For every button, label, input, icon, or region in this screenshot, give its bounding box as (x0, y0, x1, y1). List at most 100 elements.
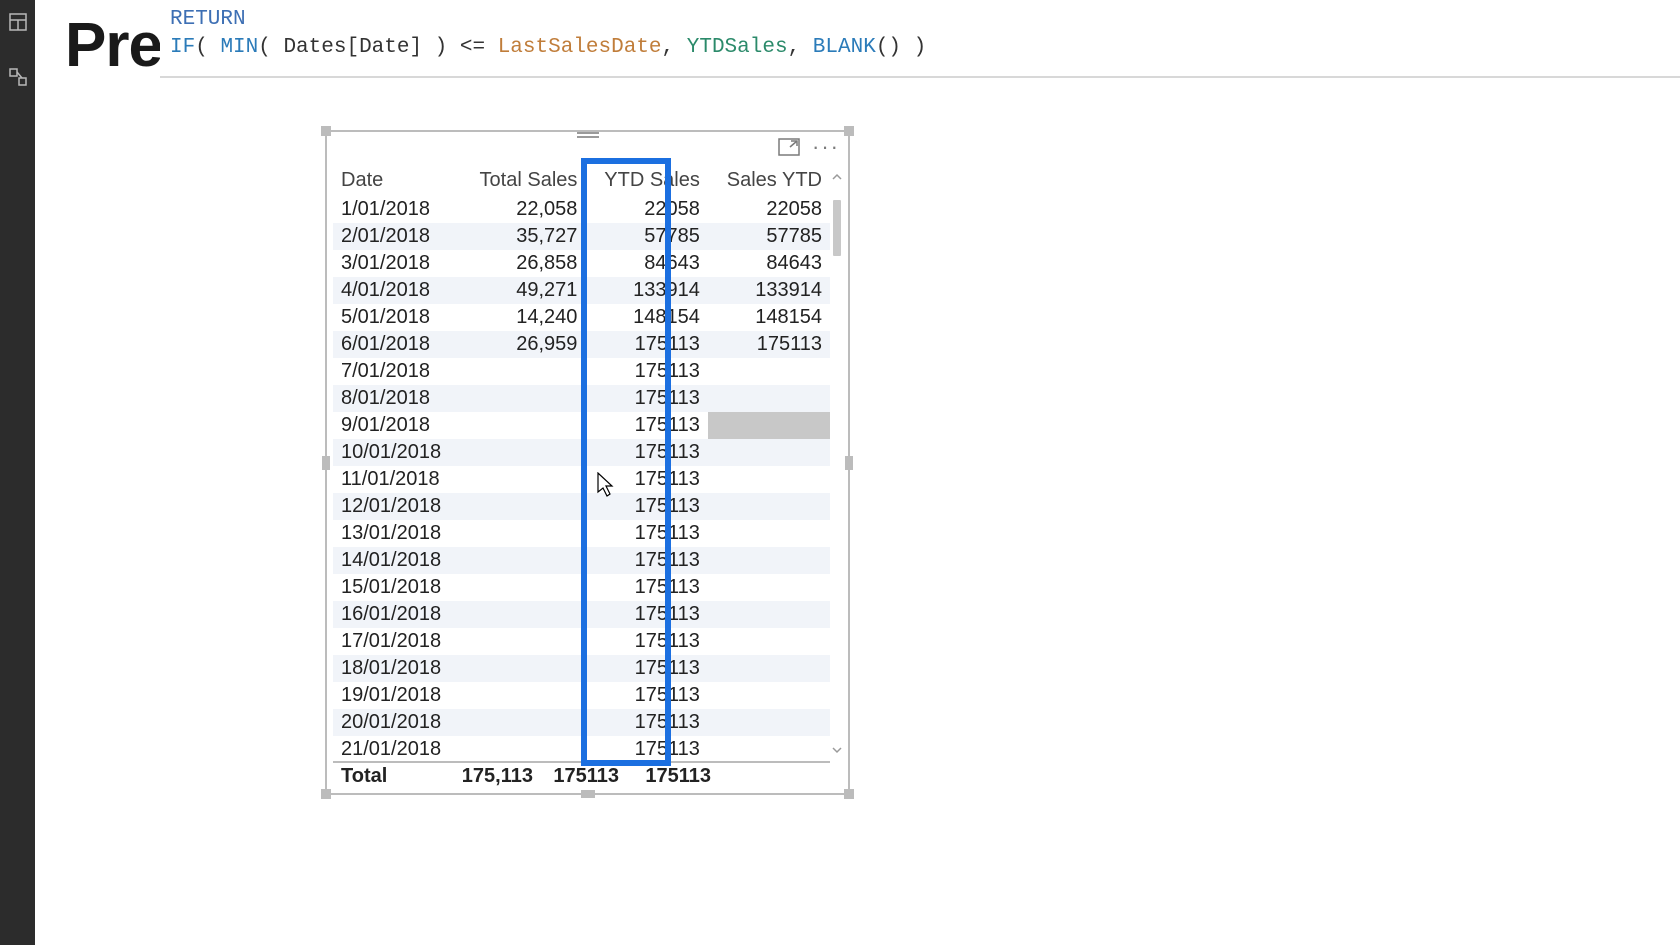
cell-total-sales[interactable]: 26,858 (460, 250, 585, 277)
cell-ytd-sales[interactable]: 175113 (585, 628, 707, 655)
cell-date[interactable]: 9/01/2018 (333, 412, 460, 439)
cell-total-sales[interactable] (460, 682, 585, 709)
table-row[interactable]: 7/01/2018 175113 (333, 358, 830, 385)
cell-sales-ytd[interactable] (708, 736, 830, 761)
cell-date[interactable]: 15/01/2018 (333, 574, 460, 601)
cell-sales-ytd[interactable] (708, 412, 830, 439)
cell-sales-ytd[interactable] (708, 574, 830, 601)
table-row[interactable]: 6/01/201826,959175113175113 (333, 331, 830, 358)
cell-ytd-sales[interactable]: 175113 (585, 331, 707, 358)
cell-ytd-sales[interactable]: 84643 (585, 250, 707, 277)
report-view-icon[interactable] (0, 4, 35, 39)
cell-date[interactable]: 16/01/2018 (333, 601, 460, 628)
resize-handle-tr[interactable] (844, 126, 854, 136)
cell-total-sales[interactable] (460, 412, 585, 439)
scroll-track[interactable] (834, 186, 840, 741)
cell-ytd-sales[interactable]: 175113 (585, 547, 707, 574)
table-row[interactable]: 5/01/201814,240148154148154 (333, 304, 830, 331)
table-row[interactable]: 16/01/2018 175113 (333, 601, 830, 628)
table-row[interactable]: 8/01/2018175113 (333, 385, 830, 412)
cell-ytd-sales[interactable]: 133914 (585, 277, 707, 304)
cell-sales-ytd[interactable]: 84643 (708, 250, 830, 277)
cell-total-sales[interactable] (460, 547, 585, 574)
cell-date[interactable]: 1/01/2018 (333, 196, 460, 223)
cell-sales-ytd[interactable] (708, 439, 830, 466)
cell-date[interactable]: 11/01/2018 (333, 466, 460, 493)
cell-sales-ytd[interactable] (708, 466, 830, 493)
cell-ytd-sales[interactable]: 175113 (585, 493, 707, 520)
resize-handle-bl[interactable] (321, 789, 331, 799)
cell-total-sales[interactable]: 26,959 (460, 331, 585, 358)
cell-total-sales[interactable] (460, 439, 585, 466)
cell-ytd-sales[interactable]: 175113 (585, 520, 707, 547)
table-row[interactable]: 18/01/2018175113 (333, 655, 830, 682)
cell-ytd-sales[interactable]: 175113 (585, 709, 707, 736)
resize-handle-right[interactable] (845, 456, 853, 470)
cell-date[interactable]: 20/01/2018 (333, 709, 460, 736)
cell-date[interactable]: 17/01/2018 (333, 628, 460, 655)
cell-date[interactable]: 4/01/2018 (333, 277, 460, 304)
table-row[interactable]: 11/01/2018 175113 (333, 466, 830, 493)
cell-total-sales[interactable] (460, 466, 585, 493)
cell-total-sales[interactable]: 14,240 (460, 304, 585, 331)
resize-handle-br[interactable] (844, 789, 854, 799)
cell-ytd-sales[interactable]: 175113 (585, 439, 707, 466)
cell-sales-ytd[interactable]: 133914 (708, 277, 830, 304)
cell-total-sales[interactable] (460, 736, 585, 761)
cell-total-sales[interactable] (460, 385, 585, 412)
cell-date[interactable]: 7/01/2018 (333, 358, 460, 385)
col-header-total-sales[interactable]: Total Sales (460, 164, 585, 196)
table-row[interactable]: 17/01/2018 175113 (333, 628, 830, 655)
scroll-up-icon[interactable] (830, 170, 844, 184)
resize-handle-left[interactable] (322, 456, 330, 470)
table-row[interactable]: 21/01/2018175113 (333, 736, 830, 761)
table-row[interactable]: 4/01/201849,271133914133914 (333, 277, 830, 304)
cell-sales-ytd[interactable] (708, 385, 830, 412)
cell-date[interactable]: 14/01/2018 (333, 547, 460, 574)
cell-sales-ytd[interactable] (708, 358, 830, 385)
cell-ytd-sales[interactable]: 175113 (585, 736, 707, 761)
scroll-down-icon[interactable] (830, 743, 844, 757)
cell-total-sales[interactable] (460, 655, 585, 682)
cell-sales-ytd[interactable] (708, 520, 830, 547)
col-header-sales-ytd[interactable]: Sales YTD (708, 164, 830, 196)
cell-ytd-sales[interactable]: 175113 (585, 601, 707, 628)
cell-ytd-sales[interactable]: 148154 (585, 304, 707, 331)
col-header-ytd-sales[interactable]: YTD Sales (585, 164, 707, 196)
cell-date[interactable]: 2/01/2018 (333, 223, 460, 250)
cell-ytd-sales[interactable]: 175113 (585, 385, 707, 412)
cell-date[interactable]: 18/01/2018 (333, 655, 460, 682)
cell-date[interactable]: 6/01/2018 (333, 331, 460, 358)
focus-mode-icon[interactable] (778, 138, 800, 156)
cell-date[interactable]: 19/01/2018 (333, 682, 460, 709)
cell-sales-ytd[interactable] (708, 628, 830, 655)
table-row[interactable]: 3/01/201826,8588464384643 (333, 250, 830, 277)
cell-ytd-sales[interactable]: 57785 (585, 223, 707, 250)
table-body[interactable]: Date Total Sales YTD Sales Sales YTD 1/0… (333, 164, 830, 761)
scroll-thumb[interactable] (833, 200, 841, 256)
table-row[interactable]: 9/01/2018 175113 (333, 412, 830, 439)
cell-ytd-sales[interactable]: 175113 (585, 358, 707, 385)
cell-sales-ytd[interactable]: 148154 (708, 304, 830, 331)
cell-total-sales[interactable] (460, 493, 585, 520)
table-row[interactable]: 14/01/2018 175113 (333, 547, 830, 574)
cell-total-sales[interactable] (460, 601, 585, 628)
more-options-icon[interactable]: ··· (812, 142, 840, 152)
table-row[interactable]: 1/01/201822,0582205822058 (333, 196, 830, 223)
cell-total-sales[interactable]: 49,271 (460, 277, 585, 304)
cell-date[interactable]: 5/01/2018 (333, 304, 460, 331)
table-row[interactable]: 15/01/2018175113 (333, 574, 830, 601)
table-visual[interactable]: ··· Date Total Sales YTD Sales Sales YTD… (325, 130, 850, 795)
cell-ytd-sales[interactable]: 175113 (585, 412, 707, 439)
resize-handle-tl[interactable] (321, 126, 331, 136)
table-row[interactable]: 19/01/2018175113 (333, 682, 830, 709)
cell-date[interactable]: 3/01/2018 (333, 250, 460, 277)
cell-ytd-sales[interactable]: 175113 (585, 466, 707, 493)
cell-sales-ytd[interactable]: 175113 (708, 331, 830, 358)
cell-total-sales[interactable]: 22,058 (460, 196, 585, 223)
table-row[interactable]: 13/01/2018175113 (333, 520, 830, 547)
cell-sales-ytd[interactable] (708, 493, 830, 520)
cell-total-sales[interactable] (460, 628, 585, 655)
cell-ytd-sales[interactable]: 22058 (585, 196, 707, 223)
cell-date[interactable]: 12/01/2018 (333, 493, 460, 520)
